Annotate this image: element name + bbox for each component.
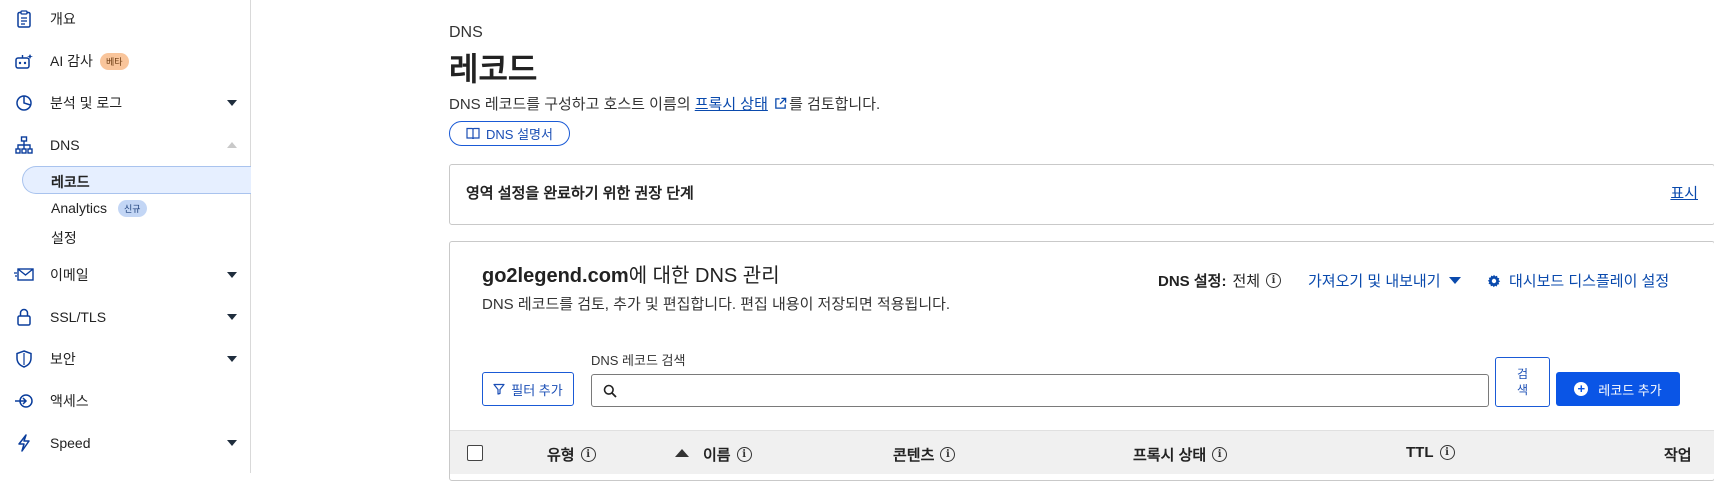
sidebar-item-email[interactable]: 이메일 (0, 260, 250, 290)
column-actions: 작업 (1664, 447, 1692, 464)
chevron-down-icon[interactable] (227, 440, 237, 446)
page-title: 레코드 (449, 51, 538, 87)
column-name-label: 이름 (703, 447, 731, 464)
network-icon (14, 135, 34, 155)
sidebar-item-label: 보안 (50, 351, 76, 367)
proxy-status-link[interactable]: 프록시 상태 (695, 96, 768, 113)
show-link[interactable]: 표시 (1670, 182, 1698, 203)
column-name[interactable]: 이름 i (703, 444, 752, 465)
sidebar-item-label: 분석 및 로그 (50, 95, 123, 111)
table-header: 유형 i 이름 i 콘텐츠 i 프록시 상태 i TTL i 작업 (450, 430, 1714, 474)
chevron-down-icon[interactable] (227, 272, 237, 278)
add-filter-label: 필터 추가 (511, 382, 563, 398)
bolt-icon (14, 433, 34, 453)
search-label: DNS 레코드 검색 (591, 353, 686, 368)
info-icon[interactable]: i (1439, 445, 1455, 460)
sidebar-item-analytics-logs[interactable]: 분석 및 로그 (0, 88, 250, 118)
sidebar-item-security[interactable]: 보안 (0, 344, 250, 374)
sidebar-item-access[interactable]: 액세스 (0, 386, 250, 416)
info-icon[interactable]: i (1266, 273, 1282, 288)
dns-setting-value: 전체 (1232, 273, 1261, 290)
caret-down-icon (1448, 277, 1461, 284)
info-icon[interactable]: i (736, 447, 752, 462)
setup-steps-card: 영역 설정을 완료하기 위한 권장 단계 표시 (449, 164, 1714, 225)
dns-search-input[interactable] (591, 374, 1489, 407)
setup-steps-title: 영역 설정을 완료하기 위한 권장 단계 (466, 185, 694, 202)
select-all-checkbox[interactable] (467, 445, 483, 461)
sidebar-item-label: 액세스 (50, 393, 89, 409)
sidebar: 개요 AI 감사 베타 분석 및 로그 DNS 레코드 Analytics 신규… (0, 0, 251, 473)
book-icon (466, 127, 480, 140)
column-type[interactable]: 유형 i (547, 444, 596, 465)
column-content-label: 콘텐츠 (893, 447, 935, 464)
info-icon[interactable]: i (940, 447, 956, 462)
sidebar-item-label: SSL/TLS (50, 309, 107, 325)
sidebar-subitem-settings[interactable]: 설정 (51, 228, 77, 248)
gear-icon (1487, 274, 1501, 287)
sort-ascending-icon[interactable] (675, 449, 689, 457)
info-icon[interactable]: i (580, 447, 596, 462)
search-icon (603, 384, 617, 398)
sidebar-subitem-records[interactable]: 레코드 (51, 172, 90, 192)
dns-docs-button[interactable]: DNS 설명서 (449, 121, 570, 146)
chevron-down-icon[interactable] (227, 100, 237, 106)
info-icon[interactable]: i (1212, 447, 1228, 462)
add-record-button[interactable]: + 레코드 추가 (1556, 372, 1680, 406)
page-description-suffix: 를 검토합니다. (789, 96, 881, 113)
page-description-prefix: DNS 레코드를 구성하고 호스트 이름의 (449, 96, 691, 113)
sidebar-subitem-analytics[interactable]: Analytics (51, 200, 107, 216)
dns-management-title-suffix: 에 대한 DNS 관리 (628, 265, 780, 287)
dns-setting: DNS 설정: 전체 i (1158, 270, 1282, 291)
column-proxy-status-label: 프록시 상태 (1133, 447, 1207, 464)
column-proxy-status[interactable]: 프록시 상태 i (1133, 444, 1228, 465)
sidebar-item-label: DNS (50, 137, 80, 153)
clipboard-icon (14, 9, 34, 29)
dns-management-description: DNS 레코드를 검토, 추가 및 편집합니다. 편집 내용이 저장되면 적용됩… (482, 296, 951, 313)
search-button[interactable]: 검색 (1495, 357, 1550, 407)
chevron-down-icon[interactable] (227, 356, 237, 362)
breadcrumb: DNS (449, 24, 483, 41)
dns-management-card: go2legend.com에 대한 DNS 관리 DNS 레코드를 검토, 추가… (449, 241, 1714, 481)
search-button-label: 검색 (1516, 367, 1529, 397)
column-ttl-label: TTL (1406, 444, 1434, 461)
robot-icon (14, 51, 34, 71)
external-link-icon (775, 97, 787, 109)
beta-badge: 베타 (100, 52, 129, 70)
column-type-label: 유형 (547, 447, 575, 464)
domain-name: go2legend.com (482, 265, 629, 287)
filter-icon (493, 383, 505, 395)
import-export-label: 가져오기 및 내보내기 (1308, 273, 1441, 290)
sidebar-item-speed[interactable]: Speed (0, 428, 250, 458)
sidebar-item-ssl-tls[interactable]: SSL/TLS (0, 302, 250, 332)
access-icon (14, 391, 34, 411)
column-content[interactable]: 콘텐츠 i (893, 444, 956, 465)
column-ttl[interactable]: TTL i (1406, 444, 1455, 461)
dashboard-display-settings-label: 대시보드 디스플레이 설정 (1509, 273, 1670, 290)
dns-docs-button-label: DNS 설명서 (486, 127, 553, 142)
page-description: DNS 레코드를 구성하고 호스트 이름의 프록시 상태 를 검토합니다. (449, 93, 880, 114)
sidebar-item-overview[interactable]: 개요 (0, 4, 250, 34)
add-record-label: 레코드 추가 (1598, 382, 1662, 398)
chevron-down-icon[interactable] (227, 314, 237, 320)
add-filter-button[interactable]: 필터 추가 (482, 372, 574, 406)
chevron-up-icon[interactable] (227, 142, 237, 148)
dns-management-title: go2legend.com에 대한 DNS 관리 (482, 259, 780, 288)
plus-circle-icon: + (1574, 382, 1589, 396)
lock-icon (14, 307, 34, 327)
import-export-menu[interactable]: 가져오기 및 내보내기 (1308, 270, 1461, 291)
sidebar-item-ai-audit[interactable]: AI 감사 베타 (0, 46, 250, 76)
sidebar-item-label: 개요 (50, 11, 76, 27)
envelope-icon (14, 265, 34, 285)
new-badge: 신규 (118, 200, 147, 217)
sidebar-item-label: Speed (50, 435, 91, 451)
pie-chart-icon (14, 93, 34, 113)
dashboard-display-settings-button[interactable]: 대시보드 디스플레이 설정 (1487, 270, 1669, 291)
dns-setting-label: DNS 설정: (1158, 273, 1227, 290)
sidebar-item-dns[interactable]: DNS (0, 130, 250, 160)
shield-icon (14, 349, 34, 369)
sidebar-item-label: AI 감사 (50, 53, 93, 69)
sidebar-item-label: 이메일 (50, 267, 89, 283)
